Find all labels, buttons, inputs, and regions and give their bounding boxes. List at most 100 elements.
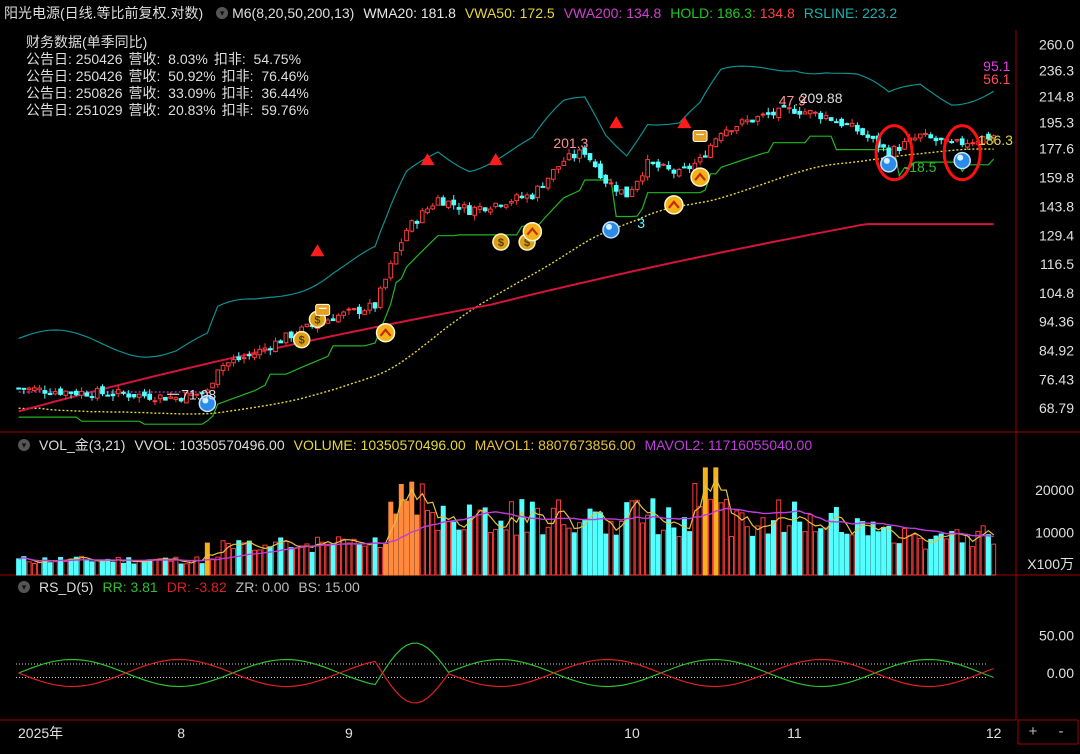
price-tick-label: 68.79: [1039, 400, 1074, 416]
candle-body: [750, 119, 755, 123]
candle-body: [598, 163, 603, 179]
candle-body: [493, 202, 498, 208]
volume-bar: [168, 560, 174, 576]
candle-body: [734, 125, 740, 132]
volume-bar: [100, 560, 105, 576]
price-tick-label: 129.4: [1039, 227, 1074, 243]
vwa200-value: VWA200: 134.8: [563, 5, 662, 21]
finance-date: 公告日: 251029: [26, 102, 123, 118]
volume-bar: [907, 535, 913, 576]
volume-bar: [351, 538, 357, 576]
volume-bar: [231, 548, 237, 576]
volume-bar: [886, 525, 892, 576]
price-tick-label: 236.3: [1039, 62, 1074, 78]
bs-value: BS: 15.00: [298, 579, 360, 595]
volume-bar: [246, 540, 252, 576]
settings-icon[interactable]: ▾: [216, 7, 229, 19]
volume-bar: [524, 531, 530, 576]
finance-revenue: 营收: 8.03%: [128, 51, 208, 67]
candle-body: [577, 149, 582, 159]
vvol-value: VVOL: 10350570496.00: [134, 437, 285, 453]
volume-bar: [571, 532, 577, 576]
candle-body: [472, 206, 478, 216]
candle-body: [949, 141, 955, 144]
volume-bar: [608, 520, 614, 576]
volume-value: VOLUME: 10350570496.00: [293, 437, 466, 453]
money-bag-glyph: $: [299, 335, 305, 347]
price-annotation: 3: [637, 215, 645, 231]
candle-body: [970, 142, 976, 145]
rs-settings-icon[interactable]: ▾: [18, 581, 30, 593]
report-flag-icon: [315, 303, 331, 316]
candle-body: [283, 332, 289, 344]
zoom-out-button[interactable]: -: [1050, 722, 1072, 742]
candle-body: [357, 306, 362, 315]
volume-bar: [723, 499, 729, 576]
volume-bar: [765, 533, 771, 576]
price-tick-label: 116.5: [1040, 256, 1074, 272]
volume-bar: [582, 519, 588, 576]
volume-bar: [94, 560, 100, 576]
vol-settings-icon[interactable]: ▾: [18, 439, 30, 451]
finance-net-profit: 扣非: 76.46%: [221, 68, 309, 84]
zoom-in-button[interactable]: +: [1022, 722, 1044, 742]
volume-bar: [456, 529, 462, 576]
volume-bar: [63, 560, 69, 576]
candle-body: [771, 111, 776, 116]
candle-body: [377, 287, 383, 308]
candle-body: [755, 116, 761, 122]
report-flag-icon: [692, 129, 708, 142]
rs-tick-label: 50.00: [1039, 628, 1074, 644]
volume-bar: [750, 535, 756, 576]
sell-signal-triangle: [488, 153, 503, 166]
candle-body: [933, 137, 939, 142]
volume-bar: [131, 563, 137, 576]
volume-bar: [89, 561, 95, 576]
candle-body: [21, 387, 27, 390]
candle-body: [744, 119, 750, 123]
volume-bar: [729, 536, 735, 576]
volume-bar: [16, 558, 22, 576]
candle-body: [231, 359, 236, 364]
candle-body: [587, 153, 593, 161]
volume-bar: [162, 557, 168, 576]
volume-bar: [734, 510, 740, 576]
volume-bar: [985, 534, 991, 576]
candle-body: [923, 132, 928, 136]
candle-body: [802, 111, 808, 115]
volume-bar: [79, 555, 85, 576]
time-tick-label: 12: [986, 725, 1002, 741]
candle-body: [63, 390, 69, 396]
candle-body: [341, 311, 346, 316]
candle-body: [823, 115, 829, 120]
candle-body: [807, 110, 813, 115]
dr-line: [18, 658, 994, 704]
candle-body: [666, 164, 671, 170]
time-tick-label: 8: [177, 725, 185, 741]
candle-body: [404, 229, 409, 242]
volume-bar: [770, 520, 776, 576]
candle-body: [37, 387, 42, 391]
candle-body: [451, 199, 457, 206]
volume-unit-label: X100万: [1027, 556, 1074, 572]
volume-bar: [157, 558, 163, 576]
volume-bar: [865, 535, 871, 576]
volume-bar: [650, 498, 656, 576]
volume-bar: [577, 522, 583, 576]
finance-net-profit: 扣非: 59.76%: [221, 102, 309, 118]
orb-highlight: [883, 157, 890, 164]
volume-bar: [818, 528, 824, 576]
finance-row: 公告日: 250426 营收: 50.92% 扣非: 76.46%: [26, 68, 315, 85]
orb-marker-icon: [880, 155, 898, 173]
volume-tick-label: 10000: [1035, 525, 1074, 541]
candle-body: [325, 319, 331, 324]
volume-bar: [477, 509, 483, 576]
candle-body: [304, 323, 310, 328]
candle-body: [891, 145, 897, 158]
price-tick-label: 84.92: [1039, 343, 1074, 359]
candle-body: [225, 362, 231, 367]
candle-body: [917, 133, 923, 139]
volume-bar: [482, 507, 488, 576]
candle-body: [708, 144, 713, 158]
candle-body: [928, 134, 934, 139]
